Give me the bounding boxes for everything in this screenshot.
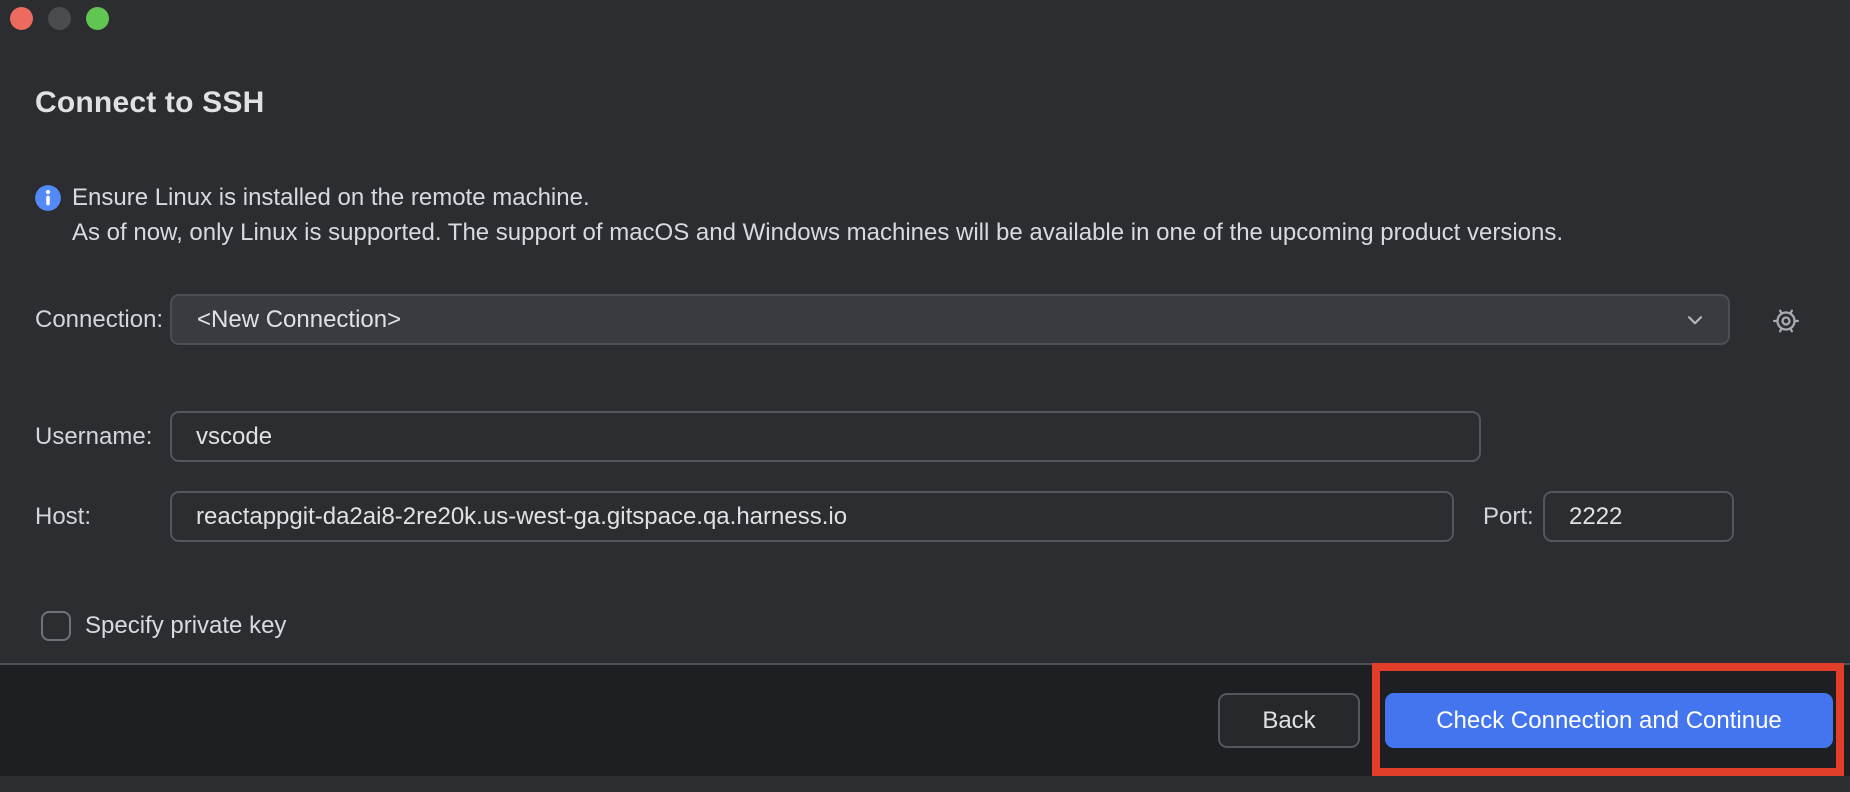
username-label: Username: [35, 423, 152, 451]
connection-settings-button[interactable] [1768, 303, 1804, 339]
connection-select[interactable]: <New Connection> [170, 294, 1730, 345]
specify-private-key-label[interactable]: Specify private key [85, 612, 286, 640]
page-title: Connect to SSH [35, 86, 264, 120]
check-connection-and-continue-button[interactable]: Check Connection and Continue [1385, 693, 1833, 748]
notice-text: Ensure Linux is installed on the remote … [72, 180, 1563, 250]
notice-line-1: Ensure Linux is installed on the remote … [72, 180, 1563, 215]
notice-line-2: As of now, only Linux is supported. The … [72, 215, 1563, 250]
gear-icon [1770, 305, 1802, 337]
chevron-down-icon [1682, 307, 1708, 333]
close-window-button[interactable] [10, 7, 33, 30]
host-label: Host: [35, 503, 91, 531]
connection-selected-value: <New Connection> [197, 306, 1682, 334]
specify-private-key-checkbox[interactable] [41, 611, 71, 641]
connection-label: Connection: [35, 306, 163, 334]
info-icon [34, 184, 62, 212]
zoom-window-button[interactable] [86, 7, 109, 30]
username-input[interactable] [170, 411, 1481, 462]
host-input[interactable] [170, 491, 1454, 542]
connect-to-ssh-dialog: Connect to SSH Ensure Linux is installed… [0, 0, 1850, 792]
minimize-window-button[interactable] [48, 7, 71, 30]
port-label: Port: [1483, 503, 1534, 531]
back-button[interactable]: Back [1218, 693, 1360, 748]
window-controls [10, 7, 109, 30]
port-input[interactable] [1543, 491, 1734, 542]
